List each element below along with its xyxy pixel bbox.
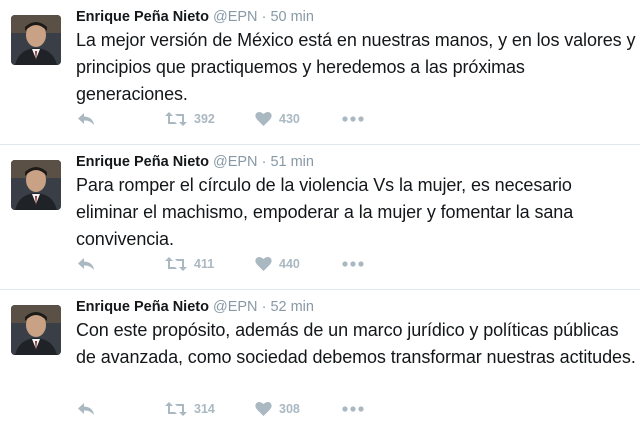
reply-button[interactable]	[77, 253, 95, 275]
heart-icon	[255, 111, 272, 126]
avatar-photo-icon	[11, 305, 61, 355]
retweet-icon	[165, 257, 187, 271]
author-name[interactable]: Enrique Peña Nieto	[76, 154, 209, 170]
avatar[interactable]	[11, 15, 61, 65]
more-dots-icon	[342, 406, 364, 412]
avatar[interactable]	[11, 160, 61, 210]
more-button[interactable]	[342, 108, 364, 130]
tweet-actions: 314 308	[76, 398, 616, 420]
tweet[interactable]: Enrique Peña Nieto @EPN · 52 min Con est…	[0, 290, 640, 435]
timestamp[interactable]: 50 min	[270, 9, 314, 25]
retweet-icon	[165, 112, 187, 126]
like-button[interactable]: 440	[255, 253, 300, 275]
author-handle[interactable]: @EPN	[213, 154, 258, 170]
like-button[interactable]: 308	[255, 398, 300, 420]
more-button[interactable]	[342, 253, 364, 275]
retweet-button[interactable]: 411	[165, 253, 214, 275]
like-button[interactable]: 430	[255, 108, 300, 130]
like-count: 440	[279, 257, 300, 271]
tweet-text: Con este propósito, además de un marco j…	[76, 320, 636, 367]
tweet-actions: 392 430	[76, 108, 616, 130]
retweet-count: 314	[194, 402, 215, 416]
separator: ·	[261, 299, 267, 315]
reply-button[interactable]	[77, 398, 95, 420]
tweet[interactable]: Enrique Peña Nieto @EPN · 50 min La mejo…	[0, 0, 640, 145]
reply-icon	[78, 113, 94, 125]
retweet-button[interactable]: 314	[165, 398, 215, 420]
tweet-text: Para romper el círculo de la violencia V…	[76, 175, 574, 249]
more-dots-icon	[342, 116, 364, 122]
retweet-count: 392	[194, 112, 215, 126]
tweet-header: Enrique Peña Nieto @EPN · 50 min	[76, 7, 314, 27]
reply-icon	[78, 258, 94, 270]
retweet-icon	[165, 402, 187, 416]
tweet-header: Enrique Peña Nieto @EPN · 52 min	[76, 297, 314, 317]
timestamp[interactable]: 52 min	[270, 299, 314, 315]
tweet-header: Enrique Peña Nieto @EPN · 51 min	[76, 152, 314, 172]
heart-icon	[255, 401, 272, 416]
more-button[interactable]	[342, 398, 364, 420]
author-handle[interactable]: @EPN	[213, 299, 258, 315]
reply-button[interactable]	[77, 108, 95, 130]
avatar-photo-icon	[11, 160, 61, 210]
avatar[interactable]	[11, 305, 61, 355]
like-count: 430	[279, 112, 300, 126]
timestamp[interactable]: 51 min	[270, 154, 314, 170]
retweet-button[interactable]: 392	[165, 108, 215, 130]
tweet-actions: 411 440	[76, 253, 616, 275]
author-handle[interactable]: @EPN	[213, 9, 258, 25]
separator: ·	[261, 154, 267, 170]
separator: ·	[261, 9, 267, 25]
reply-icon	[78, 403, 94, 415]
heart-icon	[255, 256, 272, 271]
retweet-count: 411	[194, 257, 215, 271]
tweet-feed: Enrique Peña Nieto @EPN · 50 min La mejo…	[0, 0, 640, 416]
author-name[interactable]: Enrique Peña Nieto	[76, 9, 209, 25]
like-count: 308	[279, 402, 300, 416]
tweet-text: La mejor versión de México está en nuest…	[76, 30, 636, 104]
avatar-photo-icon	[11, 15, 61, 65]
more-dots-icon	[342, 261, 364, 267]
author-name[interactable]: Enrique Peña Nieto	[76, 299, 209, 315]
tweet[interactable]: Enrique Peña Nieto @EPN · 51 min Para ro…	[0, 145, 640, 290]
